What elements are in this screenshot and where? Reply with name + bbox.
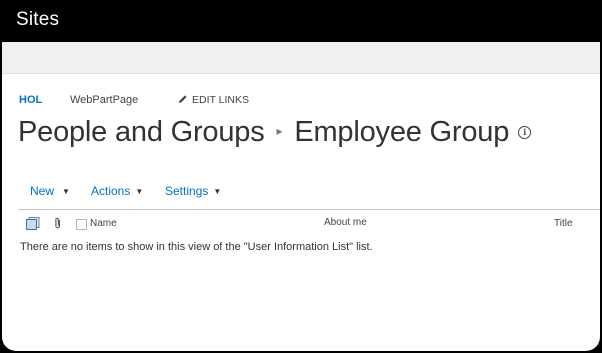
nav-link-webpartpage[interactable]: WebPartPage <box>70 94 138 106</box>
new-menu-button[interactable]: New ▼ <box>30 184 70 198</box>
page-title: People and Groups ▸ Employee Group i <box>18 116 532 149</box>
empty-list-message: There are no items to show in this view … <box>20 241 373 253</box>
settings-menu-button[interactable]: Settings ▼ <box>165 184 221 198</box>
column-header-name[interactable]: Name <box>90 218 117 229</box>
actions-menu-button[interactable]: Actions ▼ <box>91 184 143 198</box>
suite-bar: Sites <box>0 0 602 42</box>
chevron-down-icon: ▼ <box>62 187 70 196</box>
edit-links-button[interactable]: EDIT LINKS <box>178 94 249 106</box>
ribbon-bar <box>2 42 600 74</box>
title-current: Employee Group <box>294 116 510 148</box>
list-header-row: Name About me Title <box>2 217 600 233</box>
new-menu-label: New <box>30 184 55 198</box>
breadcrumb-separator-icon: ▸ <box>276 124 283 138</box>
toolbar-divider <box>18 209 600 210</box>
settings-menu-label: Settings <box>165 184 209 198</box>
info-icon[interactable]: i <box>518 126 532 139</box>
pencil-icon <box>179 95 187 103</box>
edit-links-label: EDIT LINKS <box>192 94 249 106</box>
select-all-checkbox[interactable] <box>76 219 87 230</box>
chevron-down-icon: ▼ <box>213 187 222 196</box>
attachment-icon[interactable] <box>54 217 62 232</box>
suite-bar-title[interactable]: Sites <box>16 9 59 31</box>
page-content: HOL WebPartPage EDIT LINKS People and Gr… <box>2 42 600 351</box>
chevron-down-icon: ▼ <box>135 187 144 196</box>
column-header-title[interactable]: Title <box>554 218 573 229</box>
actions-menu-label: Actions <box>91 184 131 198</box>
document-type-icon[interactable] <box>26 217 40 233</box>
column-header-about-me[interactable]: About me <box>324 217 367 228</box>
nav-link-hol[interactable]: HOL <box>19 94 42 106</box>
title-parent-link[interactable]: People and Groups <box>18 116 265 148</box>
